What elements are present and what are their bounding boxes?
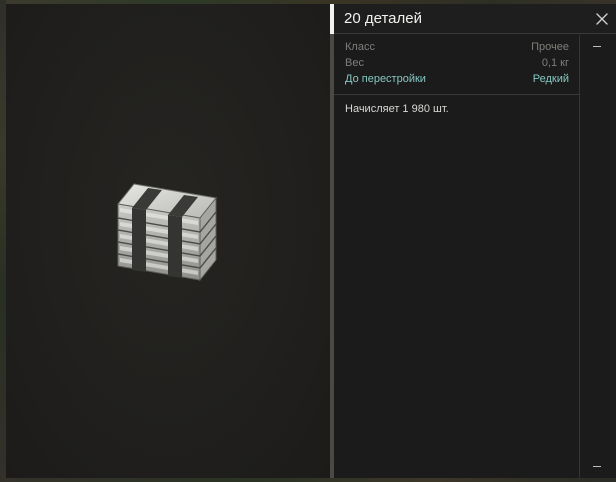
- scrollbar[interactable]: [580, 35, 616, 478]
- property-value: 0,1 кг: [541, 57, 569, 69]
- property-key: Класс: [345, 41, 375, 53]
- close-button[interactable]: [594, 11, 610, 27]
- item-properties: Класс Прочее Вес 0,1 кг До перестройки Р…: [334, 35, 579, 95]
- property-row-rarity: До перестройки Редкий: [345, 73, 569, 87]
- frame-bottom-edge: [0, 478, 616, 482]
- item-description: Начисляет 1 980 шт.: [345, 103, 449, 115]
- scroll-down-minus-icon[interactable]: [593, 466, 601, 467]
- panel-header: 20 деталей: [334, 4, 616, 34]
- item-title: 20 деталей: [344, 10, 422, 27]
- parts-stack-icon: [117, 183, 217, 282]
- window-frame: 20 деталей Класс Прочее Вес 0,1 кг До пе…: [0, 0, 616, 482]
- rarity-value: Редкий: [532, 73, 569, 85]
- item-info-panel: 20 деталей Класс Прочее Вес 0,1 кг До пе…: [334, 4, 616, 478]
- property-row-class: Класс Прочее: [345, 41, 569, 55]
- property-key: Вес: [345, 57, 364, 69]
- property-value: Прочее: [531, 41, 569, 53]
- close-icon: [596, 13, 608, 25]
- property-key: До перестройки: [345, 73, 426, 85]
- scroll-up-minus-icon[interactable]: [593, 46, 601, 47]
- property-row-weight: Вес 0,1 кг: [345, 57, 569, 71]
